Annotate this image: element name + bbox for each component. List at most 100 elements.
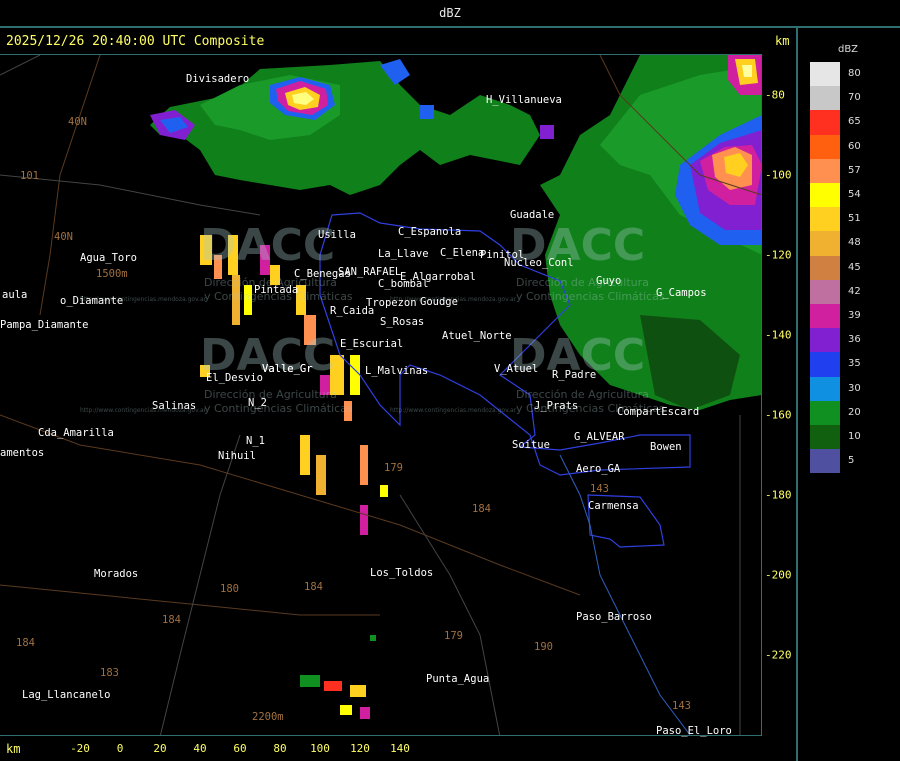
place-label: Cda_Amarilla	[38, 427, 114, 439]
window-title: dBZ	[439, 6, 461, 20]
road-line-2	[0, 584, 380, 616]
place-label: C_Espanola	[398, 226, 462, 238]
place-label: S_Rosas	[380, 316, 425, 328]
place-label: Morados	[94, 568, 139, 580]
y-tick-label: -160	[765, 408, 792, 422]
place-label: N_1	[246, 435, 265, 447]
place-label: Aero_GA	[576, 463, 621, 475]
route-number-label: 184	[16, 637, 35, 649]
legend-swatch	[810, 376, 840, 401]
place-label: Guadale	[510, 209, 555, 221]
window-title-bar: dBZ	[0, 0, 900, 28]
place-label: Goudge	[420, 296, 458, 308]
route-number-label: 2200m	[252, 711, 284, 723]
x-tick-label: 20	[153, 742, 167, 755]
place-label: Paso_Barroso	[576, 611, 652, 623]
place-label: Nucleo_Conl	[504, 257, 574, 269]
legend-swatch	[810, 255, 840, 280]
legend-label: 65	[848, 116, 861, 128]
legend-swatch	[810, 400, 840, 425]
legend-swatch	[810, 110, 840, 135]
place-label: V_Atuel	[494, 363, 539, 375]
legend-label: 30	[848, 382, 861, 394]
legend-swatch	[810, 207, 840, 232]
place-label: Nihuil	[218, 450, 256, 462]
dept-line-5	[0, 55, 41, 76]
watermark-line1-b: Dirección de Agricultura	[516, 276, 649, 289]
legend-swatch	[810, 183, 840, 208]
place-label: Paso_El_Loro	[656, 725, 732, 737]
legend-label: 45	[848, 261, 861, 273]
route-number-label: 143	[672, 700, 691, 712]
x-tick-label: 40	[193, 742, 207, 755]
route-number-label: 40N	[68, 116, 87, 128]
place-label: Pintada	[254, 284, 299, 296]
place-label: Atuel_Norte	[442, 330, 512, 342]
legend-label: 60	[848, 140, 861, 152]
place-label: Los_Toldos	[370, 567, 434, 579]
route-number-label: 184	[162, 614, 181, 626]
place-label: C_bombal	[378, 278, 429, 290]
x-tick-label: 60	[233, 742, 247, 755]
place-label: Bowen	[650, 441, 682, 453]
x-tick-label: 120	[350, 742, 370, 755]
legend-swatch	[810, 231, 840, 256]
place-label: N_2	[248, 397, 267, 409]
place-label: Divisadero	[186, 73, 250, 85]
legend-swatch	[810, 449, 840, 474]
place-label: G_ALVEAR	[574, 431, 625, 443]
legend-label: 54	[848, 189, 861, 200]
place-label: Usilla	[318, 229, 356, 241]
y-tick-label: -140	[765, 328, 792, 342]
road-line-1	[0, 414, 581, 596]
watermark-url-d: http://www.contingencias.mendoza.gov.ar	[390, 407, 517, 414]
place-label: CompartEscard	[617, 406, 700, 418]
road-line-3	[39, 55, 101, 316]
route-number-label: 184	[472, 503, 491, 515]
place-label: amentos	[0, 447, 45, 459]
place-label: Guyo	[596, 275, 622, 287]
place-label: Pampa_Diamante	[0, 319, 89, 331]
route-number-label: 179	[444, 630, 463, 642]
legend-label: 42	[848, 285, 861, 297]
legend-label: 57	[848, 164, 861, 176]
legend-title: dBZ	[837, 44, 859, 55]
legend-label: 36	[848, 334, 861, 346]
y-tick-label: -80	[765, 88, 785, 102]
legend-label: 39	[848, 310, 861, 321]
dept-line-1	[0, 174, 261, 216]
legend-label: 10	[848, 431, 861, 442]
watermark-line2-c: y Contingencias Climáticas	[204, 402, 353, 415]
legend-swatch	[810, 352, 840, 377]
y-tick-label: -200	[765, 568, 792, 582]
y-tick-label: -180	[765, 488, 792, 502]
place-label: Salinas	[152, 400, 197, 412]
route-number-label: 143	[590, 483, 609, 495]
place-label: R_Padre	[552, 369, 597, 381]
place-label: Lag_Llancanelo	[22, 689, 111, 701]
place-label: C_Elena	[440, 247, 485, 259]
x-tick-label: -20	[70, 742, 90, 755]
route-number-label: 183	[100, 667, 119, 679]
place-label: La_Llave	[378, 248, 429, 260]
legend-label: 70	[848, 92, 861, 104]
x-tick-label: 80	[273, 742, 287, 755]
route-number-label: 40N	[54, 231, 73, 243]
watermark-line2-b: y Contingencias Climáticas	[516, 290, 665, 303]
legend-swatch	[810, 279, 840, 304]
place-label: SAN_RAFAEL	[338, 266, 402, 278]
legend-swatch	[810, 86, 840, 111]
legend-label: 35	[848, 358, 861, 370]
y-tick-label: -220	[765, 648, 792, 662]
place-label: E_Escurial	[340, 338, 404, 350]
legend-label: 80	[848, 68, 861, 79]
x-tick-label: 0	[116, 742, 124, 755]
legend-swatch	[810, 304, 840, 329]
x-tick-label: 100	[310, 742, 330, 755]
legend-swatch	[810, 62, 840, 87]
y-tick-label: -100	[765, 168, 792, 182]
legend-label: 48	[848, 237, 861, 249]
place-label: H_Villanueva	[486, 94, 562, 106]
watermark-brand-1: DACC	[200, 220, 336, 271]
legend-swatch	[810, 158, 840, 183]
